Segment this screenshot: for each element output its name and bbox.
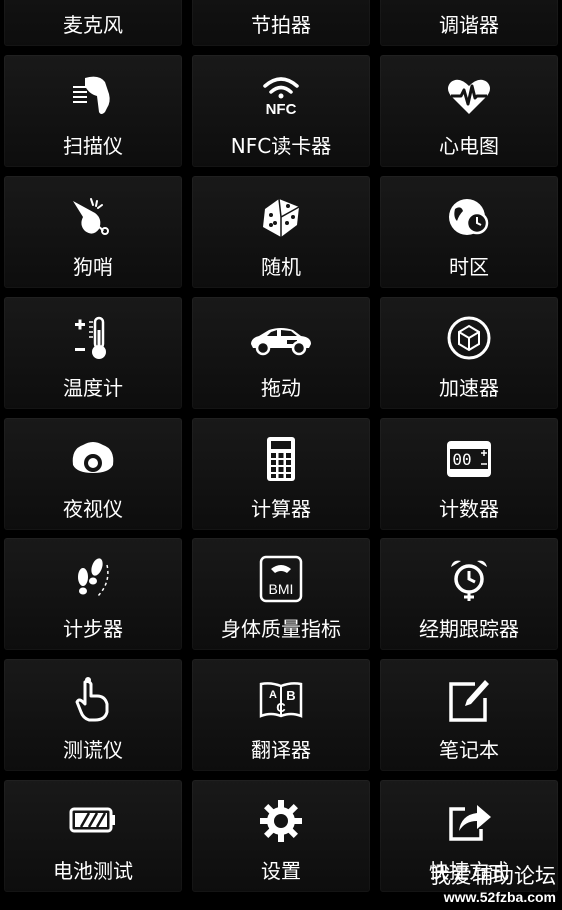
tile-label: NFC读卡器: [230, 134, 332, 158]
tile-label: 温度计: [63, 376, 123, 400]
tile-label: 夜视仪: [63, 497, 123, 521]
tile-drag[interactable]: 拖动: [192, 297, 370, 409]
tile-label: 节拍器: [251, 13, 311, 37]
translator-book-icon: A B C: [257, 676, 305, 724]
tile-counter[interactable]: 00 计数器: [380, 418, 558, 530]
whistle-icon: [69, 193, 117, 241]
notebook-pen-icon: [445, 676, 493, 724]
tile-label: 计步器: [63, 617, 123, 641]
barcode-scanner-icon: [69, 72, 117, 120]
battery-icon: [69, 797, 117, 845]
tile-ecg[interactable]: 心电图: [380, 55, 558, 167]
svg-text:00: 00: [452, 450, 471, 469]
tile-label: 身体质量指标: [221, 617, 341, 641]
tile-metronome[interactable]: 节拍器: [192, 0, 370, 46]
tile-label: 翻译器: [251, 738, 311, 762]
tile-night-vision[interactable]: 夜视仪: [4, 418, 182, 530]
tile-tuner[interactable]: 调谐器: [380, 0, 558, 46]
tile-label: 调谐器: [439, 13, 499, 37]
tile-scanner[interactable]: 扫描仪: [4, 55, 182, 167]
tile-label: 拖动: [261, 376, 301, 400]
tile-bmi[interactable]: BMI 身体质量指标: [192, 538, 370, 650]
tile-label: 经期跟踪器: [419, 617, 519, 641]
share-arrow-icon: [445, 797, 493, 845]
tile-label: 设置: [261, 859, 301, 883]
tile-thermometer[interactable]: 温度计: [4, 297, 182, 409]
nfc-icon: NFC: [257, 72, 305, 120]
car-icon: [247, 314, 315, 362]
thermometer-icon: [69, 314, 117, 362]
night-vision-icon: [69, 435, 117, 483]
heart-pulse-icon: [445, 72, 493, 120]
tile-label: 计数器: [439, 497, 499, 521]
gear-icon: [257, 797, 305, 845]
watermark-url: www.52fzba.com: [443, 889, 556, 905]
globe-clock-icon: [445, 193, 493, 241]
tile-label: 心电图: [439, 134, 499, 158]
alarm-clock-icon: [445, 555, 493, 603]
tile-nfc[interactable]: NFC NFC读卡器: [192, 55, 370, 167]
tile-calculator[interactable]: 计算器: [192, 418, 370, 530]
tile-timezone[interactable]: 时区: [380, 176, 558, 288]
tile-label: 笔记本: [439, 738, 499, 762]
tile-label: 时区: [449, 255, 489, 279]
bmi-scale-icon: BMI: [257, 555, 305, 603]
tile-dog-whistle[interactable]: 狗哨: [4, 176, 182, 288]
tile-random[interactable]: 随机: [192, 176, 370, 288]
dice-icon: [257, 193, 305, 241]
tile-label: 狗哨: [73, 255, 113, 279]
tile-label: 随机: [261, 255, 301, 279]
tile-label: 测谎仪: [63, 738, 123, 762]
cube-gauge-icon: [445, 314, 493, 362]
calculator-icon: [257, 435, 305, 483]
svg-text:C: C: [276, 700, 286, 715]
tile-label: 扫描仪: [63, 134, 123, 158]
svg-text:BMI: BMI: [269, 581, 294, 597]
tile-lie-detector[interactable]: 测谎仪: [4, 659, 182, 771]
tile-label: 麦克风: [63, 13, 123, 37]
svg-text:B: B: [286, 688, 295, 703]
watermark: 我爱辅助论坛 www.52fzba.com: [430, 864, 556, 906]
tile-settings[interactable]: 设置: [192, 780, 370, 892]
counter-icon: 00: [445, 435, 493, 483]
tile-microphone[interactable]: 麦克风: [4, 0, 182, 46]
tile-label: 电池测试: [53, 859, 133, 883]
svg-text:NFC: NFC: [266, 101, 297, 118]
footsteps-icon: [69, 555, 117, 603]
tile-translator[interactable]: A B C 翻译器: [192, 659, 370, 771]
tile-battery-test[interactable]: 电池测试: [4, 780, 182, 892]
watermark-title: 我爱辅助论坛: [430, 864, 556, 888]
app-grid: 麦克风 节拍器 调谐器 扫描仪 NFC NFC读卡器 心电图 狗哨 随机 时区 …: [0, 0, 562, 910]
tile-period-tracker[interactable]: 经期跟踪器: [380, 538, 558, 650]
finger-touch-icon: [69, 676, 117, 724]
tile-label: 加速器: [439, 376, 499, 400]
tile-accelerometer[interactable]: 加速器: [380, 297, 558, 409]
tile-notebook[interactable]: 笔记本: [380, 659, 558, 771]
tile-label: 计算器: [251, 497, 311, 521]
tile-pedometer[interactable]: 计步器: [4, 538, 182, 650]
